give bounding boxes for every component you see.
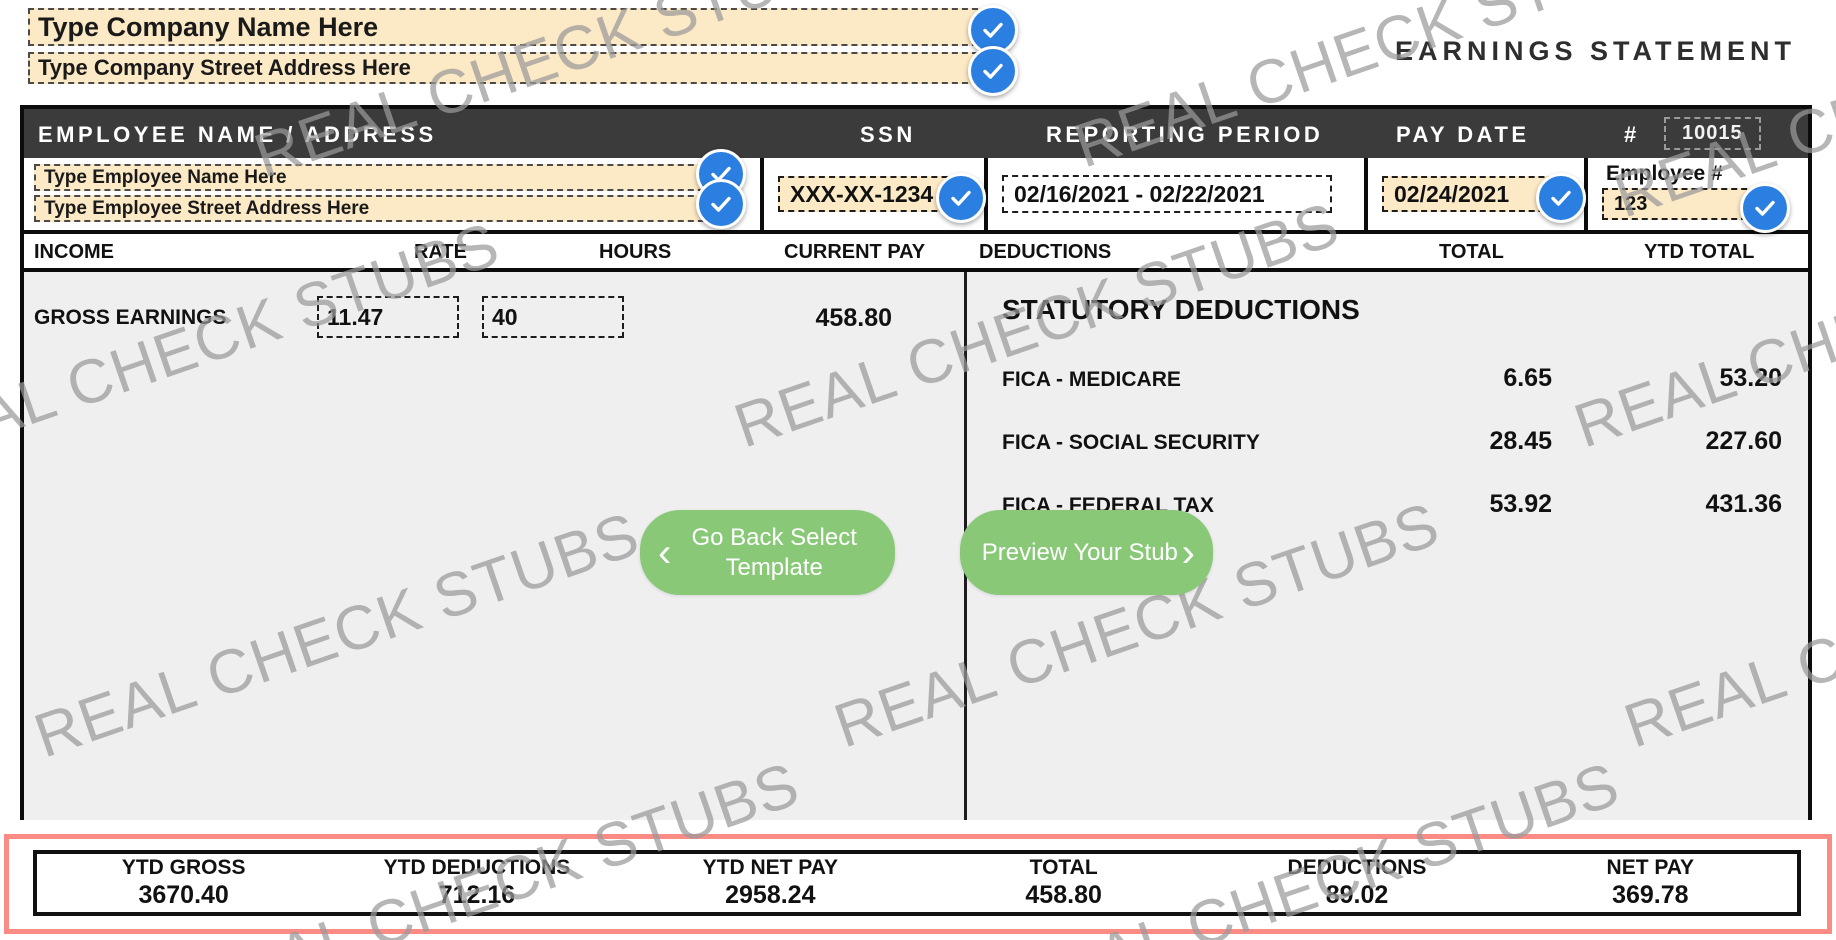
reporting-period-input[interactable]: 02/16/2021 - 02/22/2021 [1002,175,1332,213]
deduction-ytd-total: 227.60 [1705,427,1782,455]
check-icon [983,22,1003,38]
header-reporting-period: REPORTING PERIOD [1046,122,1324,147]
summary-cell: DEDUCTIONS 89.02 [1210,854,1503,912]
header-employee-name-address: EMPLOYEE NAME / ADDRESS [38,122,437,147]
summary-label: TOTAL [1029,856,1098,880]
header-ssn: SSN [860,122,916,147]
ssn-confirm-icon[interactable] [936,173,986,223]
summary-label: YTD DEDUCTIONS [383,856,571,880]
go-back-button-label: Go Back Select Template [691,524,857,581]
column-header-total: TOTAL [1439,241,1504,263]
deduction-total: 53.92 [1489,490,1552,518]
column-header-rate: RATE [414,241,467,263]
summary-totals-row: YTD GROSS 3670.40 YTD DEDUCTIONS 712.16 … [33,850,1801,916]
header-pay-date: PAY DATE [1396,122,1530,147]
pay-date-confirm-icon[interactable] [1536,173,1586,223]
preview-button-label: Preview Your Stub [981,538,1178,566]
summary-label: NET PAY [1606,856,1695,880]
summary-cell: YTD GROSS 3670.40 [37,854,330,912]
company-info-block: Type Company Name Here Type Company Stre… [28,5,1028,96]
check-icon [951,190,971,206]
earnings-statement-table: EMPLOYEE NAME / ADDRESS SSN REPORTING PE… [20,105,1812,820]
pay-date-cell: 02/24/2021 [1368,158,1588,230]
summary-value: 369.78 [1612,881,1689,910]
column-header-income: INCOME [34,241,114,263]
preview-your-stub-button[interactable]: Preview Your Stub › [960,510,1213,595]
summary-totals-container: YTD GROSS 3670.40 YTD DEDUCTIONS 712.16 … [4,834,1832,934]
employee-address-input[interactable]: Type Employee Street Address Here [34,195,724,222]
current-pay-value: 458.80 [815,304,892,332]
chevron-left-icon: ‹ [658,530,672,575]
column-header-deductions: DEDUCTIONS [979,241,1112,263]
deduction-label: FICA - MEDICARE [1002,368,1181,391]
reporting-period-cell: 02/16/2021 - 02/22/2021 [988,158,1368,230]
header-hash-symbol: # [1624,122,1637,147]
summary-value: 712.16 [438,881,516,910]
company-address-input[interactable]: Type Company Street Address Here [28,52,988,84]
column-header-row: INCOME RATE HOURS CURRENT PAY DEDUCTIONS… [24,234,1808,272]
rate-input[interactable]: 11.47 [317,296,459,338]
employee-number-confirm-icon[interactable] [1740,183,1790,233]
employee-address-confirm-icon[interactable] [696,179,746,229]
document-number-input[interactable]: 10015 [1664,117,1761,150]
stub-header-bar: EMPLOYEE NAME / ADDRESS SSN REPORTING PE… [24,109,1808,158]
summary-value: 2958.24 [725,881,816,910]
check-icon [711,196,731,212]
column-header-hours: HOURS [599,241,672,263]
check-icon [983,63,1003,79]
company-address-confirm-icon[interactable] [968,46,1018,96]
deduction-ytd-total: 431.36 [1705,490,1782,518]
summary-value: 89.02 [1325,881,1389,910]
deduction-ytd-total: 53.20 [1719,364,1782,392]
hours-input[interactable]: 40 [482,296,624,338]
gross-earnings-label: GROSS EARNINGS [34,306,227,329]
column-header-current-pay: CURRENT PAY [784,241,926,263]
stub-body: GROSS EARNINGS 11.47 40 458.80 STATUTORY… [24,272,1808,820]
deduction-row: FICA - MEDICARE 6.65 53.20 [1002,364,1808,398]
company-name-row: Type Company Name Here [28,5,1028,55]
employee-name-address-cell: Type Employee Name Here Type Employee St… [24,149,764,230]
employee-number-cell: Employee # 123 [1588,158,1808,233]
summary-value: 458.80 [1025,881,1102,910]
summary-cell: YTD NET PAY 2958.24 [624,854,917,912]
statutory-deductions-title: STATUTORY DEDUCTIONS [1002,294,1360,325]
deduction-total: 6.65 [1503,364,1552,392]
check-icon [1755,200,1775,216]
go-back-select-template-button[interactable]: ‹ Go Back Select Template [640,510,895,595]
summary-label: DEDUCTIONS [1287,856,1427,880]
ssn-cell: XXX-XX-1234 [764,158,988,230]
deduction-label: FICA - SOCIAL SECURITY [1002,431,1260,454]
deduction-row: FICA - SOCIAL SECURITY 28.45 227.60 [1002,427,1808,461]
summary-label: YTD GROSS [121,856,246,880]
summary-label: YTD NET PAY [702,856,838,880]
employee-number-label: Employee # [1606,162,1723,185]
company-address-row: Type Company Street Address Here [28,46,1028,96]
page-title: EARNINGS STATEMENT [1394,36,1796,66]
gross-earnings-row: GROSS EARNINGS 11.47 40 458.80 [34,296,954,344]
employee-info-row: Type Employee Name Here Type Employee St… [24,149,1808,234]
employee-name-input[interactable]: Type Employee Name Here [34,164,724,191]
deduction-total: 28.45 [1489,427,1552,455]
summary-cell: NET PAY 369.78 [1504,854,1797,912]
summary-value: 3670.40 [138,881,229,910]
summary-cell: TOTAL 458.80 [917,854,1210,912]
chevron-right-icon: › [1181,530,1195,575]
summary-cell: YTD DEDUCTIONS 712.16 [330,854,623,912]
check-icon [1551,190,1571,206]
company-name-input[interactable]: Type Company Name Here [28,8,988,46]
column-header-ytd-total: YTD TOTAL [1644,241,1755,263]
